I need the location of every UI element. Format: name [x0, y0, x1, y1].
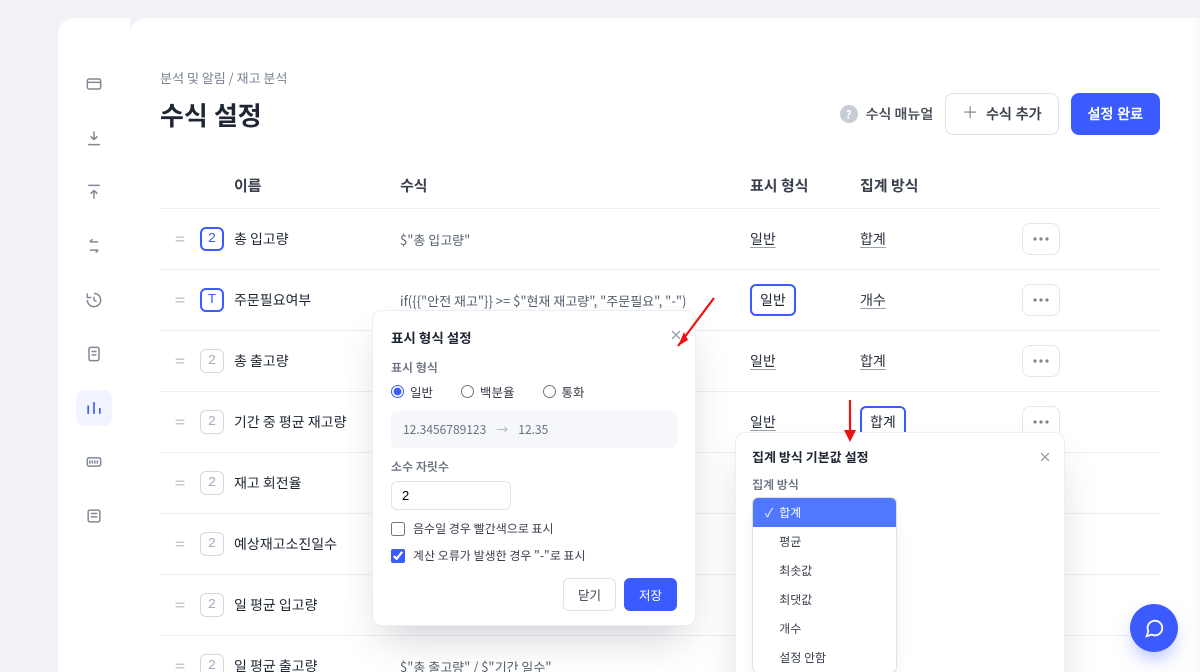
- agg-dropdown[interactable]: ✓합계✓평균✓최솟값✓최댓값✓개수✓설정 안함: [752, 497, 897, 672]
- agg-default-popover: 집계 방식 기본값 설정 집계 방식 ✓합계✓평균✓최솟값✓최댓값✓개수✓설정 …: [735, 432, 1065, 672]
- plus-icon: ＋: [962, 106, 978, 122]
- nav-barcode-icon[interactable]: [76, 444, 112, 480]
- type-tag: T: [200, 288, 224, 312]
- chat-icon: [1143, 617, 1165, 639]
- row-display-format[interactable]: 일반: [750, 229, 860, 249]
- popover2-close-button[interactable]: [1038, 445, 1052, 469]
- format-preview: 12.3456789123 → 12.35: [391, 411, 677, 448]
- agg-option[interactable]: ✓최솟값: [753, 556, 896, 585]
- popover-close-button[interactable]: [669, 323, 683, 347]
- row-name: 기간 중 평균 재고량: [234, 412, 346, 432]
- col-formula: 수식: [400, 175, 750, 196]
- nav-analytics-icon[interactable]: [76, 390, 112, 426]
- row-name: 일 평균 입고량: [234, 595, 318, 615]
- drag-handle-icon[interactable]: [160, 537, 200, 551]
- nav-list-icon[interactable]: [76, 498, 112, 534]
- popover-title: 표시 형식 설정: [391, 327, 677, 347]
- neg-red-label: 음수일 경우 빨간색으로 표시: [413, 520, 554, 537]
- agg-option[interactable]: ✓평균: [753, 527, 896, 556]
- preview-to: 12.35: [518, 421, 548, 438]
- nav-outbound-icon[interactable]: [76, 174, 112, 210]
- done-button[interactable]: 설정 완료: [1071, 93, 1160, 135]
- row-name: 예상재고소진일수: [234, 534, 337, 554]
- type-tag: 2: [200, 654, 224, 672]
- type-tag: 2: [200, 410, 224, 434]
- support-chat-fab[interactable]: [1130, 604, 1178, 652]
- neg-red-checkbox[interactable]: [391, 522, 405, 536]
- arrow-right-icon: →: [496, 421, 508, 438]
- add-formula-label: 수식 추가: [986, 104, 1041, 124]
- row-agg-method[interactable]: 합계: [860, 229, 980, 249]
- breadcrumb-item[interactable]: 재고 분석: [229, 68, 288, 87]
- popover2-title: 집계 방식 기본값 설정: [752, 447, 1048, 466]
- type-tag: 2: [200, 349, 224, 373]
- row-agg-method[interactable]: 합계: [860, 351, 980, 371]
- col-name: 이름: [200, 175, 400, 196]
- col-agg: 집계 방식: [860, 175, 980, 196]
- type-tag: 2: [200, 471, 224, 495]
- close-icon: [669, 328, 683, 342]
- agg-option[interactable]: ✓개수: [753, 614, 896, 643]
- format-label: 표시 형식: [391, 359, 677, 376]
- agg-label: 집계 방식: [752, 476, 1048, 493]
- help-icon: ?: [840, 105, 858, 123]
- drag-handle-icon[interactable]: [160, 232, 200, 246]
- row-display-format[interactable]: 일반: [750, 284, 860, 316]
- popover-close-btn[interactable]: 닫기: [563, 578, 616, 611]
- nav-transfer-icon[interactable]: [76, 228, 112, 264]
- nav-inbound-icon[interactable]: [76, 120, 112, 156]
- nav-inventory-icon[interactable]: [76, 66, 112, 102]
- preview-from: 12.3456789123: [403, 421, 486, 438]
- col-display: 표시 형식: [750, 175, 860, 196]
- drag-handle-icon[interactable]: [160, 415, 200, 429]
- row-formula: if({{"안전 재고"}} >= $"현재 재고량", "주문필요", "-"…: [400, 291, 750, 310]
- agg-option[interactable]: ✓설정 안함: [753, 643, 896, 672]
- agg-option[interactable]: ✓합계: [753, 498, 896, 527]
- row-formula: $"총 입고량": [400, 230, 750, 249]
- check-icon: ✓: [765, 504, 773, 521]
- drag-handle-icon[interactable]: [160, 476, 200, 490]
- err-dash-checkbox[interactable]: [391, 549, 405, 563]
- row-name: 일 평균 출고량: [234, 656, 318, 672]
- close-icon: [1038, 450, 1052, 464]
- row-more-button[interactable]: [1022, 345, 1060, 377]
- type-tag: 2: [200, 227, 224, 251]
- row-more-button[interactable]: [1022, 223, 1060, 255]
- breadcrumb-item[interactable]: 분석 및 알림: [160, 68, 226, 87]
- format-option-currency[interactable]: 통화: [543, 382, 585, 401]
- row-name: 총 입고량: [234, 229, 289, 249]
- row-name: 총 출고량: [234, 351, 289, 371]
- drag-handle-icon[interactable]: [160, 659, 200, 672]
- manual-link[interactable]: ? 수식 매뉴얼: [840, 104, 934, 124]
- row-agg-method[interactable]: 개수: [860, 290, 980, 310]
- type-tag: 2: [200, 532, 224, 556]
- display-format-popover: 표시 형식 설정 표시 형식 일반 백분율 통화 12.3456789123 →…: [372, 310, 696, 626]
- row-formula: $"총 출고량" / $"기간 일수": [400, 657, 750, 672]
- manual-link-label: 수식 매뉴얼: [866, 104, 934, 124]
- decimals-input[interactable]: [391, 481, 511, 510]
- drag-handle-icon[interactable]: [160, 354, 200, 368]
- err-dash-label: 계산 오류가 발생한 경우 "-"로 표시: [413, 547, 586, 564]
- drag-handle-icon[interactable]: [160, 293, 200, 307]
- popover-save-btn[interactable]: 저장: [624, 578, 677, 611]
- page-title: 수식 설정: [160, 96, 262, 133]
- row-display-format[interactable]: 일반: [750, 412, 860, 432]
- done-button-label: 설정 완료: [1088, 104, 1143, 124]
- sidebar: [58, 18, 130, 672]
- breadcrumb: 분석 및 알림 재고 분석: [160, 68, 1160, 87]
- format-option-percent[interactable]: 백분율: [461, 382, 515, 401]
- drag-handle-icon[interactable]: [160, 598, 200, 612]
- format-option-general[interactable]: 일반: [391, 382, 433, 401]
- row-display-format[interactable]: 일반: [750, 351, 860, 371]
- nav-doc-icon[interactable]: [76, 336, 112, 372]
- decimals-label: 소수 자릿수: [391, 458, 677, 475]
- add-formula-button[interactable]: ＋ 수식 추가: [945, 93, 1058, 135]
- nav-history-icon[interactable]: [76, 282, 112, 318]
- row-name: 재고 회전율: [234, 473, 302, 493]
- type-tag: 2: [200, 593, 224, 617]
- agg-option[interactable]: ✓최댓값: [753, 585, 896, 614]
- row-name: 주문필요여부: [234, 290, 311, 310]
- row-more-button[interactable]: [1022, 284, 1060, 316]
- table-row: 2 총 입고량 $"총 입고량"일반합계: [160, 208, 1160, 269]
